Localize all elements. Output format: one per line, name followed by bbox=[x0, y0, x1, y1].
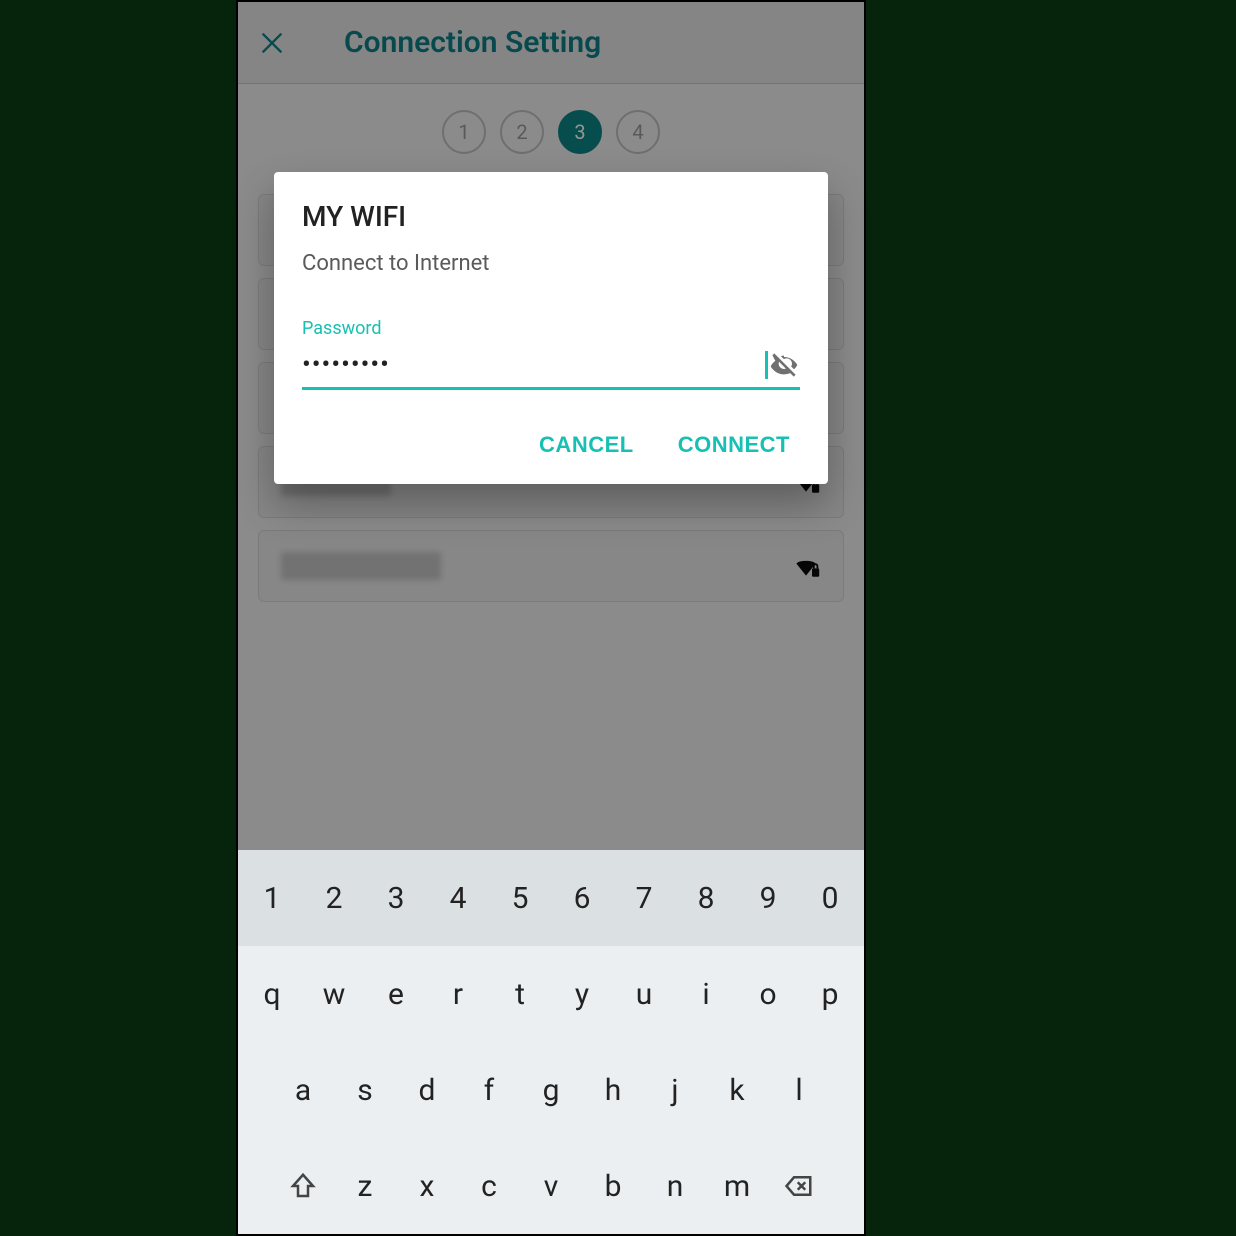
visibility-off-icon[interactable] bbox=[768, 349, 800, 381]
password-label: Password bbox=[302, 318, 800, 339]
kb-row-4: z x c v b n m bbox=[238, 1138, 864, 1234]
key-r[interactable]: r bbox=[428, 958, 488, 1030]
key-l[interactable]: l bbox=[769, 1054, 829, 1126]
key-z[interactable]: z bbox=[335, 1150, 395, 1222]
cancel-button[interactable]: CANCEL bbox=[535, 424, 638, 466]
key-3[interactable]: 3 bbox=[366, 862, 426, 934]
key-0[interactable]: 0 bbox=[800, 862, 860, 934]
dialog-title: MY WIFI bbox=[302, 200, 800, 233]
key-c[interactable]: c bbox=[459, 1150, 519, 1222]
connect-button[interactable]: CONNECT bbox=[674, 424, 794, 466]
key-m[interactable]: m bbox=[707, 1150, 767, 1222]
wifi-password-dialog: MY WIFI Connect to Internet Password •••… bbox=[274, 172, 828, 484]
key-s[interactable]: s bbox=[335, 1054, 395, 1126]
backspace-icon bbox=[784, 1171, 814, 1201]
key-a[interactable]: a bbox=[273, 1054, 333, 1126]
key-i[interactable]: i bbox=[676, 958, 736, 1030]
key-t[interactable]: t bbox=[490, 958, 550, 1030]
key-2[interactable]: 2 bbox=[304, 862, 364, 934]
key-7[interactable]: 7 bbox=[614, 862, 674, 934]
phone-frame: Connection Setting 1 2 3 4 MY WIFI Conne… bbox=[236, 0, 866, 1236]
shift-key[interactable] bbox=[273, 1150, 333, 1222]
shift-icon bbox=[288, 1171, 318, 1201]
key-n[interactable]: n bbox=[645, 1150, 705, 1222]
key-p[interactable]: p bbox=[800, 958, 860, 1030]
key-b[interactable]: b bbox=[583, 1150, 643, 1222]
key-9[interactable]: 9 bbox=[738, 862, 798, 934]
key-y[interactable]: y bbox=[552, 958, 612, 1030]
key-f[interactable]: f bbox=[459, 1054, 519, 1126]
key-6[interactable]: 6 bbox=[552, 862, 612, 934]
key-g[interactable]: g bbox=[521, 1054, 581, 1126]
key-d[interactable]: d bbox=[397, 1054, 457, 1126]
kb-row-3: a s d f g h j k l bbox=[238, 1042, 864, 1138]
key-o[interactable]: o bbox=[738, 958, 798, 1030]
key-u[interactable]: u bbox=[614, 958, 674, 1030]
key-j[interactable]: j bbox=[645, 1054, 705, 1126]
key-5[interactable]: 5 bbox=[490, 862, 550, 934]
key-q[interactable]: q bbox=[242, 958, 302, 1030]
key-4[interactable]: 4 bbox=[428, 862, 488, 934]
key-w[interactable]: w bbox=[304, 958, 364, 1030]
kb-row-2: q w e r t y u i o p bbox=[238, 946, 864, 1042]
kb-row-numbers: 1 2 3 4 5 6 7 8 9 0 bbox=[238, 850, 864, 946]
dialog-actions: CANCEL CONNECT bbox=[302, 424, 800, 466]
key-k[interactable]: k bbox=[707, 1054, 767, 1126]
backspace-key[interactable] bbox=[769, 1150, 829, 1222]
soft-keyboard: 1 2 3 4 5 6 7 8 9 0 q w e r t y u i o p … bbox=[238, 850, 864, 1234]
key-v[interactable]: v bbox=[521, 1150, 581, 1222]
password-field-wrap: ••••••••• bbox=[302, 341, 800, 390]
dialog-subtitle: Connect to Internet bbox=[302, 251, 800, 276]
key-h[interactable]: h bbox=[583, 1054, 643, 1126]
key-x[interactable]: x bbox=[397, 1150, 457, 1222]
key-1[interactable]: 1 bbox=[242, 862, 302, 934]
key-e[interactable]: e bbox=[366, 958, 426, 1030]
key-8[interactable]: 8 bbox=[676, 862, 736, 934]
password-input[interactable]: ••••••••• bbox=[302, 350, 771, 380]
